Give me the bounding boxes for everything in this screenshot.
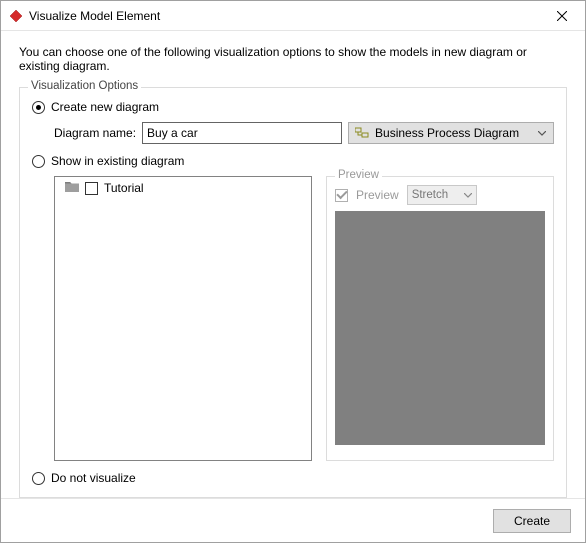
preview-group: Preview Preview Stretch bbox=[326, 176, 554, 461]
preview-checkbox-label: Preview bbox=[356, 188, 399, 202]
titlebar: Visualize Model Element bbox=[1, 1, 585, 31]
tree-item-label: Tutorial bbox=[104, 181, 144, 195]
chevron-down-icon bbox=[464, 189, 472, 201]
tree-item[interactable]: Tutorial bbox=[55, 177, 311, 199]
instruction-text: You can choose one of the following visu… bbox=[19, 45, 567, 73]
radio-create-new[interactable]: Create new diagram bbox=[32, 100, 554, 114]
window-title: Visualize Model Element bbox=[29, 9, 539, 23]
create-button[interactable]: Create bbox=[493, 509, 571, 533]
radio-icon bbox=[32, 472, 45, 485]
diagram-type-dropdown[interactable]: Business Process Diagram bbox=[348, 122, 554, 144]
action-bar: Create bbox=[1, 498, 585, 542]
chevron-down-icon bbox=[537, 131, 547, 136]
create-button-label: Create bbox=[514, 514, 550, 528]
diagram-type-label: Business Process Diagram bbox=[375, 126, 537, 140]
preview-mode-dropdown[interactable]: Stretch bbox=[407, 185, 477, 205]
diagram-name-label: Diagram name: bbox=[54, 126, 136, 140]
diagram-name-row: Diagram name: Business Process Diagram bbox=[54, 122, 554, 144]
radio-do-not-visualize[interactable]: Do not visualize bbox=[32, 471, 554, 485]
preview-canvas bbox=[335, 211, 545, 445]
radio-label: Do not visualize bbox=[51, 471, 136, 485]
preview-group-label: Preview bbox=[335, 169, 382, 181]
visualization-options-fieldset: Visualization Options Create new diagram… bbox=[19, 87, 567, 498]
folder-icon bbox=[65, 181, 79, 195]
preview-mode-label: Stretch bbox=[412, 189, 448, 201]
radio-show-existing[interactable]: Show in existing diagram bbox=[32, 154, 554, 168]
radio-label: Create new diagram bbox=[51, 100, 159, 114]
preview-checkbox[interactable] bbox=[335, 189, 348, 202]
diagram-name-input[interactable] bbox=[142, 122, 342, 144]
close-button[interactable] bbox=[539, 1, 585, 31]
radio-icon bbox=[32, 155, 45, 168]
close-icon bbox=[557, 11, 567, 21]
fieldset-title: Visualization Options bbox=[28, 80, 141, 92]
radio-label: Show in existing diagram bbox=[51, 154, 184, 168]
app-icon bbox=[9, 9, 23, 23]
diagram-type-icon bbox=[355, 126, 369, 140]
tree-item-checkbox[interactable] bbox=[85, 182, 98, 195]
diagram-tree[interactable]: Tutorial bbox=[54, 176, 312, 461]
radio-icon bbox=[32, 101, 45, 114]
